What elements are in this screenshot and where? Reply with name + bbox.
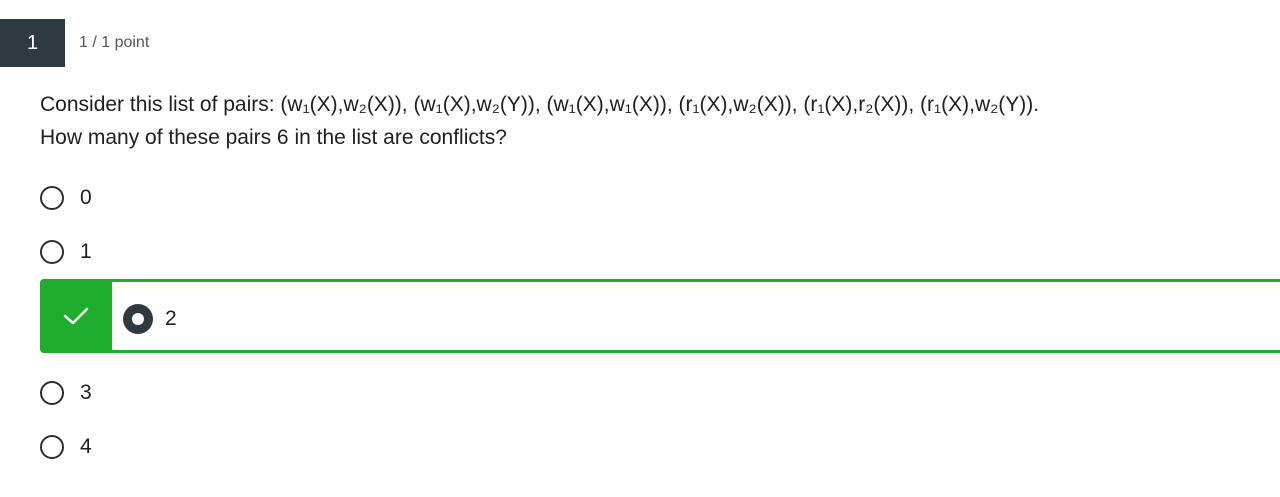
question-points: 1 / 1 point bbox=[79, 34, 150, 51]
option-4[interactable]: 4 bbox=[40, 431, 92, 463]
question-line-1: Consider this list of pairs: (w₁(X),w₂(X… bbox=[40, 93, 1040, 116]
check-icon bbox=[63, 307, 89, 325]
option-label: 3 bbox=[80, 381, 92, 404]
quiz-question: 1 1 / 1 point Consider this list of pair… bbox=[0, 0, 1280, 497]
option-3[interactable]: 3 bbox=[40, 377, 92, 409]
radio-icon[interactable] bbox=[40, 186, 64, 210]
option-0[interactable]: 0 bbox=[40, 182, 92, 214]
question-text: Consider this list of pairs: (w₁(X),w₂(X… bbox=[40, 88, 1260, 154]
option-2-correct[interactable]: 2 bbox=[40, 279, 1280, 353]
radio-icon[interactable] bbox=[40, 381, 64, 405]
option-label: 4 bbox=[80, 435, 92, 458]
option-label: 2 bbox=[165, 307, 177, 330]
option-label: 1 bbox=[80, 240, 92, 263]
question-line-2: How many of these pairs 6 in the list ar… bbox=[40, 126, 507, 149]
option-label: 0 bbox=[80, 186, 92, 209]
radio-dot bbox=[132, 313, 144, 325]
radio-icon[interactable] bbox=[40, 240, 64, 264]
radio-selected-icon[interactable] bbox=[123, 304, 153, 334]
radio-icon[interactable] bbox=[40, 435, 64, 459]
question-number: 1 bbox=[0, 19, 65, 67]
option-1[interactable]: 1 bbox=[40, 236, 92, 268]
correct-indicator bbox=[40, 279, 112, 353]
